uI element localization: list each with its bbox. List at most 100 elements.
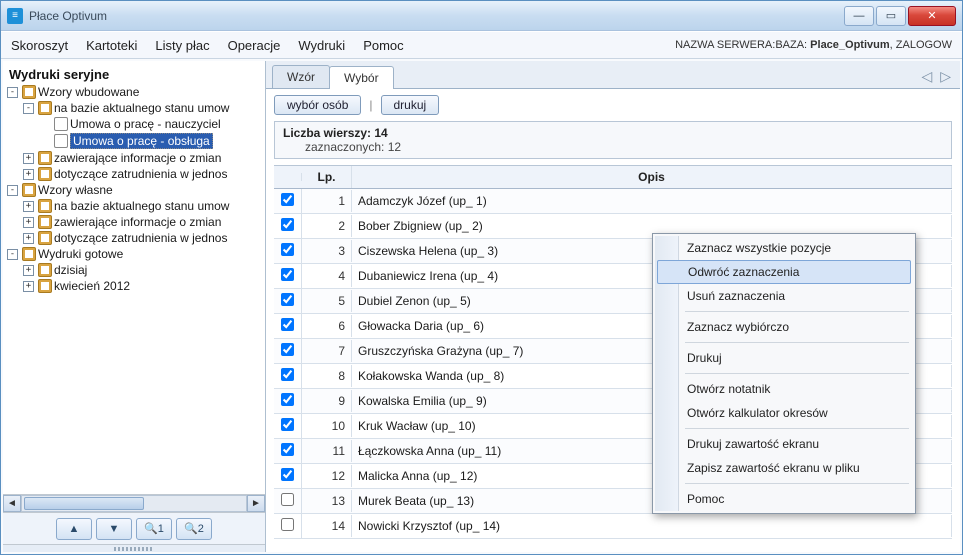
row-checkbox-cell[interactable] <box>274 514 302 538</box>
row-checkbox-cell[interactable] <box>274 264 302 288</box>
pane-resize-handle[interactable] <box>3 544 265 552</box>
expander-icon[interactable]: - <box>7 87 18 98</box>
row-checkbox[interactable] <box>281 293 294 306</box>
app-icon: ≡ <box>7 8 23 24</box>
context-menu-item[interactable]: Otwórz kalkulator okresów <box>655 401 913 425</box>
tree-wzory-wbudowane[interactable]: Wzory wbudowane <box>38 85 139 99</box>
tree-dot-zatr-1[interactable]: dotyczące zatrudnienia w jednos <box>54 167 227 181</box>
row-lp: 12 <box>302 465 352 487</box>
expander-icon[interactable]: + <box>23 201 34 212</box>
close-button[interactable]: ✕ <box>908 6 956 26</box>
tab-next-icon[interactable]: ▷ <box>937 68 954 85</box>
context-menu-item[interactable]: Usuń zaznaczenia <box>655 284 913 308</box>
tab-wzor[interactable]: Wzór <box>272 65 330 88</box>
row-checkbox-cell[interactable] <box>274 439 302 463</box>
tab-prev-icon[interactable]: ◁ <box>918 68 935 85</box>
expander-icon[interactable]: + <box>23 153 34 164</box>
row-checkbox[interactable] <box>281 243 294 256</box>
tree-zaw-info-1[interactable]: zawierające informacje o zmian <box>54 151 221 165</box>
row-checkbox-cell[interactable] <box>274 489 302 513</box>
menu-skoroszyt[interactable]: Skoroszyt <box>11 38 68 53</box>
context-menu: Zaznacz wszystkie pozycjeOdwróć zaznacze… <box>652 233 916 514</box>
context-menu-separator <box>685 373 909 374</box>
row-checkbox-cell[interactable] <box>274 239 302 263</box>
context-menu-item[interactable]: Drukuj <box>655 346 913 370</box>
row-checkbox[interactable] <box>281 193 294 206</box>
tree-wydruki-gotowe[interactable]: Wydruki gotowe <box>38 247 123 261</box>
minimize-button[interactable]: — <box>844 6 874 26</box>
context-menu-item[interactable]: Pomoc <box>655 487 913 511</box>
move-up-button[interactable]: ▲ <box>56 518 92 540</box>
row-checkbox-cell[interactable] <box>274 364 302 388</box>
tree-horizontal-scrollbar[interactable]: ◄ ► <box>3 494 265 512</box>
row-checkbox-cell[interactable] <box>274 414 302 438</box>
menu-wydruki[interactable]: Wydruki <box>298 38 345 53</box>
context-menu-item[interactable]: Zapisz zawartość ekranu w pliku <box>655 456 913 480</box>
row-lp: 3 <box>302 240 352 262</box>
row-checkbox-cell[interactable] <box>274 214 302 238</box>
expander-icon[interactable]: + <box>23 169 34 180</box>
row-checkbox-cell[interactable] <box>274 389 302 413</box>
menu-operacje[interactable]: Operacje <box>228 38 281 53</box>
table-row[interactable]: 1Adamczyk Józef (up_ 1) <box>274 189 952 214</box>
row-lp: 6 <box>302 315 352 337</box>
context-menu-item[interactable]: Otwórz notatnik <box>655 377 913 401</box>
row-lp: 13 <box>302 490 352 512</box>
tree-umowa-obsluga-selected[interactable]: Umowa o pracę - obsługa <box>70 133 213 149</box>
expander-icon[interactable]: - <box>7 185 18 196</box>
col-opis[interactable]: Opis <box>352 166 952 188</box>
row-checkbox-cell[interactable] <box>274 464 302 488</box>
scroll-thumb[interactable] <box>24 497 144 510</box>
move-down-button[interactable]: ▼ <box>96 518 132 540</box>
menu-listy-plac[interactable]: Listy płac <box>155 38 209 53</box>
scroll-left-icon[interactable]: ◄ <box>3 495 21 512</box>
scroll-track[interactable] <box>21 495 247 512</box>
menu-kartoteki[interactable]: Kartoteki <box>86 38 137 53</box>
row-checkbox[interactable] <box>281 343 294 356</box>
book-icon <box>38 279 52 293</box>
row-checkbox-cell[interactable] <box>274 189 302 213</box>
scroll-right-icon[interactable]: ► <box>247 495 265 512</box>
menu-pomoc[interactable]: Pomoc <box>363 38 403 53</box>
expander-icon[interactable]: - <box>7 249 18 260</box>
expander-icon[interactable]: + <box>23 233 34 244</box>
row-checkbox-cell[interactable] <box>274 339 302 363</box>
row-checkbox[interactable] <box>281 418 294 431</box>
tree-kwiecien-2012[interactable]: kwiecień 2012 <box>54 279 130 293</box>
expander-icon[interactable]: + <box>23 217 34 228</box>
tree-dot-zatr-2[interactable]: dotyczące zatrudnienia w jednos <box>54 231 227 245</box>
row-checkbox[interactable] <box>281 443 294 456</box>
tree-wzory-wlasne[interactable]: Wzory własne <box>38 183 113 197</box>
wybor-osob-button[interactable]: wybór osób <box>274 95 361 115</box>
row-checkbox[interactable] <box>281 268 294 281</box>
context-menu-item[interactable]: Drukuj zawartość ekranu <box>655 432 913 456</box>
row-checkbox[interactable] <box>281 493 294 506</box>
maximize-button[interactable]: ▭ <box>876 6 906 26</box>
context-menu-item[interactable]: Zaznacz wybiórczo <box>655 315 913 339</box>
context-menu-item[interactable]: Zaznacz wszystkie pozycje <box>655 236 913 260</box>
tree-zaw-info-2[interactable]: zawierające informacje o zmian <box>54 215 221 229</box>
expander-icon[interactable]: + <box>23 265 34 276</box>
row-checkbox[interactable] <box>281 468 294 481</box>
row-checkbox[interactable] <box>281 318 294 331</box>
tree-dzisiaj[interactable]: dzisiaj <box>54 263 87 277</box>
tree-na-bazie-umow-2[interactable]: na bazie aktualnego stanu umow <box>54 199 229 213</box>
search-2-button[interactable]: 🔍2 <box>176 518 212 540</box>
col-checkbox[interactable] <box>274 173 302 181</box>
search-1-button[interactable]: 🔍1 <box>136 518 172 540</box>
col-lp[interactable]: Lp. <box>302 166 352 188</box>
row-checkbox[interactable] <box>281 518 294 531</box>
expander-icon[interactable]: + <box>23 281 34 292</box>
row-checkbox[interactable] <box>281 393 294 406</box>
row-checkbox-cell[interactable] <box>274 314 302 338</box>
tab-wybor[interactable]: Wybór <box>329 66 394 89</box>
expander-icon[interactable]: - <box>23 103 34 114</box>
table-row[interactable]: 14Nowicki Krzysztof (up_ 14) <box>274 514 952 539</box>
context-menu-item[interactable]: Odwróć zaznaczenia <box>657 260 911 284</box>
drukuj-button[interactable]: drukuj <box>381 95 440 115</box>
row-checkbox-cell[interactable] <box>274 289 302 313</box>
row-checkbox[interactable] <box>281 218 294 231</box>
row-checkbox[interactable] <box>281 368 294 381</box>
tree-na-bazie-umow[interactable]: na bazie aktualnego stanu umow <box>54 101 229 115</box>
tree-umowa-nauczyciel[interactable]: Umowa o pracę - nauczyciel <box>70 117 221 131</box>
